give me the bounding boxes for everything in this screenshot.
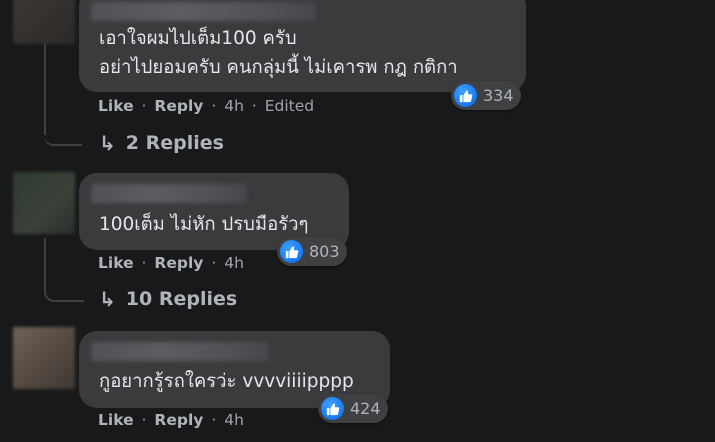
thumbs-up-icon bbox=[321, 397, 344, 420]
thumbs-up-icon bbox=[454, 84, 477, 107]
reaction-summary[interactable]: 334 bbox=[451, 81, 521, 110]
reply-arrow-icon: ↳ bbox=[99, 287, 116, 311]
separator: · bbox=[141, 254, 147, 272]
comment-actions: Like · Reply · 4h bbox=[98, 254, 244, 272]
comment-actions: Like · Reply · 4h bbox=[98, 411, 244, 429]
edited-label[interactable]: Edited bbox=[265, 97, 314, 115]
author-name-blurred[interactable] bbox=[91, 342, 269, 361]
author-name-blurred[interactable] bbox=[91, 184, 247, 203]
timestamp[interactable]: 4h bbox=[224, 411, 244, 429]
replies-label: 10 Replies bbox=[125, 288, 238, 310]
reaction-count: 334 bbox=[483, 86, 514, 105]
comment-text-line: กูอยากรู้รถใครว่ะ vvvviiiipppp bbox=[99, 371, 354, 392]
separator: · bbox=[211, 411, 217, 429]
reply-button[interactable]: Reply bbox=[154, 411, 203, 429]
thumbs-up-icon bbox=[280, 240, 303, 263]
like-button[interactable]: Like bbox=[98, 254, 134, 272]
reply-button[interactable]: Reply bbox=[154, 97, 203, 115]
like-button[interactable]: Like bbox=[98, 411, 134, 429]
thread-connector bbox=[44, 276, 84, 302]
reaction-count: 424 bbox=[350, 399, 381, 418]
timestamp[interactable]: 4h bbox=[224, 254, 244, 272]
comment-actions: Like · Reply · 4h · Edited bbox=[98, 97, 314, 115]
comment-bubble: เอาใจผมไปเต็ม100 ครับ อย่าไปยอมครับ คนกล… bbox=[79, 0, 526, 92]
reply-arrow-icon: ↳ bbox=[99, 131, 116, 155]
separator: · bbox=[251, 97, 257, 115]
author-name-blurred[interactable] bbox=[91, 2, 315, 21]
comment-text-line: อย่าไปยอมครับ คนกลุ่มนี้ ไม่เคารพ กฎ กติ… bbox=[99, 57, 458, 78]
reply-button[interactable]: Reply bbox=[154, 254, 203, 272]
avatar[interactable] bbox=[13, 0, 75, 44]
reaction-summary[interactable]: 803 bbox=[277, 237, 347, 266]
view-replies-link[interactable]: ↳ 2 Replies bbox=[99, 131, 224, 155]
timestamp[interactable]: 4h bbox=[224, 97, 244, 115]
separator: · bbox=[211, 254, 217, 272]
reaction-summary[interactable]: 424 bbox=[318, 394, 388, 423]
avatar[interactable] bbox=[13, 172, 75, 234]
comment-text-line: เอาใจผมไปเต็ม100 ครับ bbox=[99, 28, 297, 49]
avatar[interactable] bbox=[13, 327, 75, 389]
thread-connector bbox=[44, 120, 82, 146]
separator: · bbox=[141, 97, 147, 115]
like-button[interactable]: Like bbox=[98, 97, 134, 115]
view-replies-link[interactable]: ↳ 10 Replies bbox=[99, 287, 237, 311]
separator: · bbox=[211, 97, 217, 115]
reaction-count: 803 bbox=[309, 242, 340, 261]
separator: · bbox=[141, 411, 147, 429]
comment-text-line: 100เต็ม ไม่หัก ปรบมือรัวๆ bbox=[99, 214, 309, 235]
replies-label: 2 Replies bbox=[125, 132, 224, 154]
